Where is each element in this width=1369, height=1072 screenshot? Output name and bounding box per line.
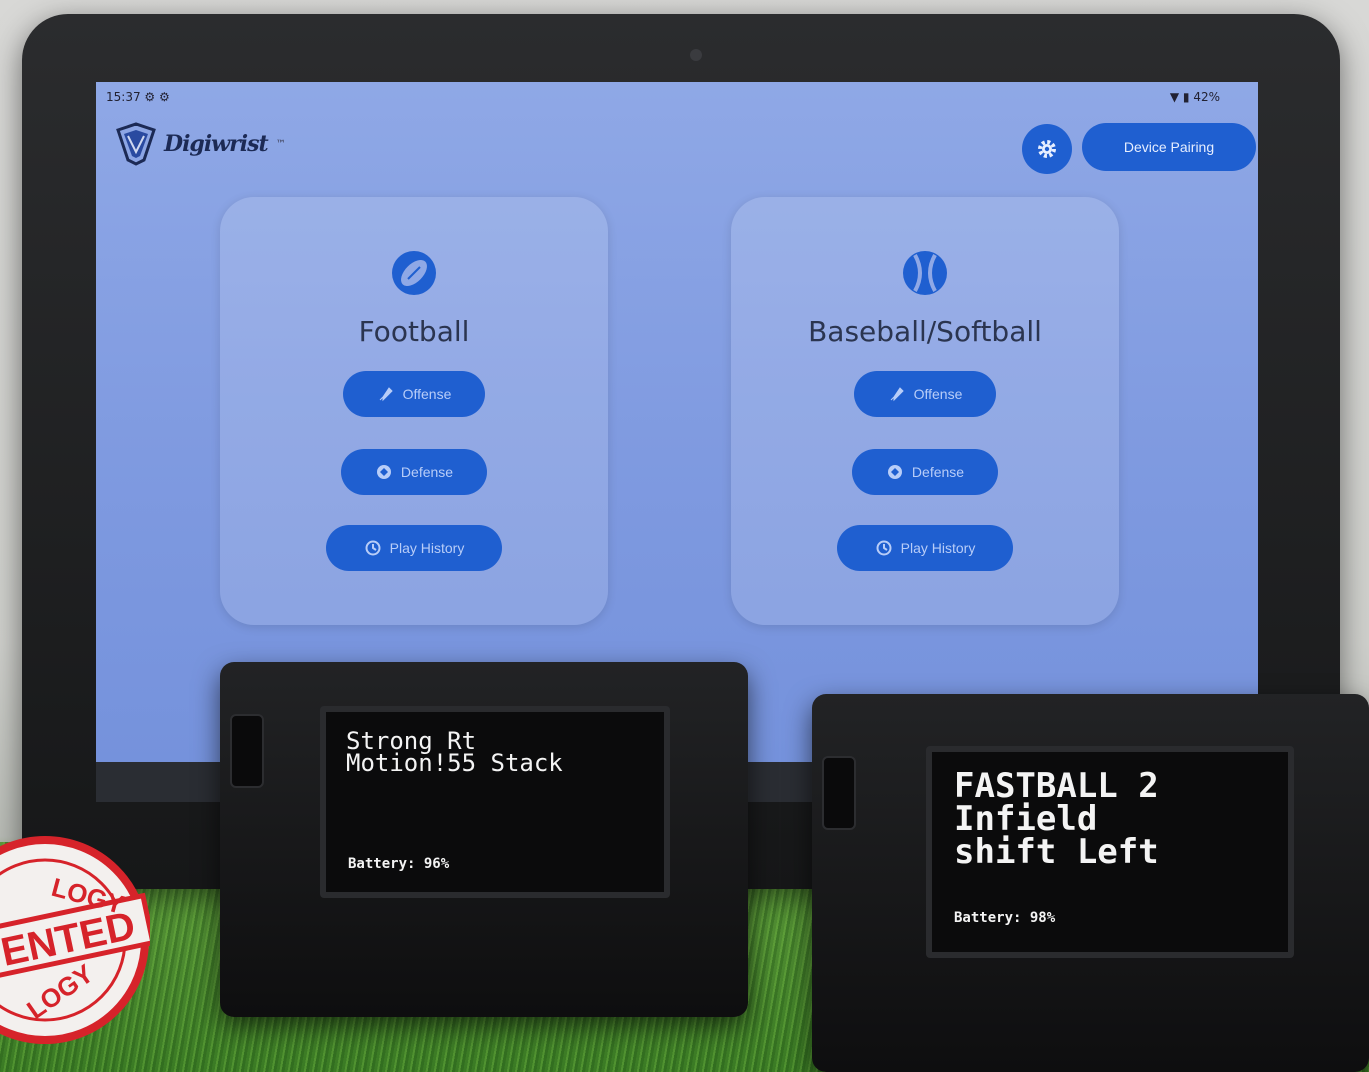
defense-label: Defense — [911, 464, 965, 480]
device-side-button[interactable] — [230, 714, 264, 788]
football-card: Football Offense Defense Play History — [220, 197, 608, 625]
status-time: 15:37 ⚙ ⚙ — [106, 90, 170, 104]
shield-icon — [887, 465, 902, 479]
baseball-card: Baseball/Softball Offense Defense Play H… — [731, 197, 1119, 625]
patented-stamp: LOGY ENTED LOGY — [0, 836, 150, 1044]
offense-label: Offense — [913, 386, 963, 402]
device-display: FASTBALL 2 Infield shift Left Battery: 9… — [926, 746, 1294, 958]
wrist-device-football: Strong Rt Motion!55 Stack Battery: 96% — [220, 662, 748, 1017]
device-display: Strong Rt Motion!55 Stack Battery: 96% — [320, 706, 670, 898]
baseball-defense-button[interactable]: Defense — [852, 449, 998, 495]
history-icon — [876, 540, 892, 556]
baseball-offense-button[interactable]: Offense — [854, 371, 996, 417]
history-icon — [365, 540, 381, 556]
play-call-text: Strong Rt Motion!55 Stack — [346, 727, 563, 777]
play-history-label: Play History — [900, 540, 976, 556]
tablet-screen: 15:37 ⚙ ⚙ ▼ ▮ 42% Digiwrist ™ Device Pai… — [96, 82, 1258, 762]
camera-dot — [690, 49, 702, 61]
play-call-text: FASTBALL 2 Infield shift Left — [954, 766, 1159, 872]
logo-trademark: ™ — [275, 138, 286, 150]
status-indicators: ▼ ▮ 42% — [1169, 90, 1220, 104]
offense-label: Offense — [402, 386, 452, 402]
gear-icon — [1038, 140, 1056, 158]
defense-label: Defense — [400, 464, 454, 480]
rocket-icon — [890, 387, 904, 402]
football-play-history-button[interactable]: Play History — [326, 525, 502, 571]
football-icon — [392, 251, 436, 295]
football-title: Football — [358, 315, 470, 348]
logo-text: Digiwrist — [164, 131, 269, 157]
settings-button[interactable] — [1022, 124, 1072, 174]
football-offense-button[interactable]: Offense — [343, 371, 485, 417]
play-history-label: Play History — [389, 540, 465, 556]
baseball-play-history-button[interactable]: Play History — [837, 525, 1013, 571]
device-pairing-button[interactable]: Device Pairing — [1082, 123, 1256, 171]
status-bar: 15:37 ⚙ ⚙ ▼ ▮ 42% — [106, 90, 1248, 108]
rocket-icon — [379, 387, 393, 402]
logo-shield-icon — [116, 122, 156, 166]
app-logo: Digiwrist ™ — [114, 120, 286, 168]
football-defense-button[interactable]: Defense — [341, 449, 487, 495]
battery-text: Battery: 98% — [954, 910, 1056, 926]
wrist-device-baseball: FASTBALL 2 Infield shift Left Battery: 9… — [812, 694, 1369, 1072]
device-side-button[interactable] — [822, 756, 856, 830]
shield-icon — [376, 465, 391, 479]
baseball-title: Baseball/Softball — [808, 315, 1042, 348]
battery-text: Battery: 96% — [348, 856, 450, 872]
baseball-icon — [903, 251, 947, 295]
